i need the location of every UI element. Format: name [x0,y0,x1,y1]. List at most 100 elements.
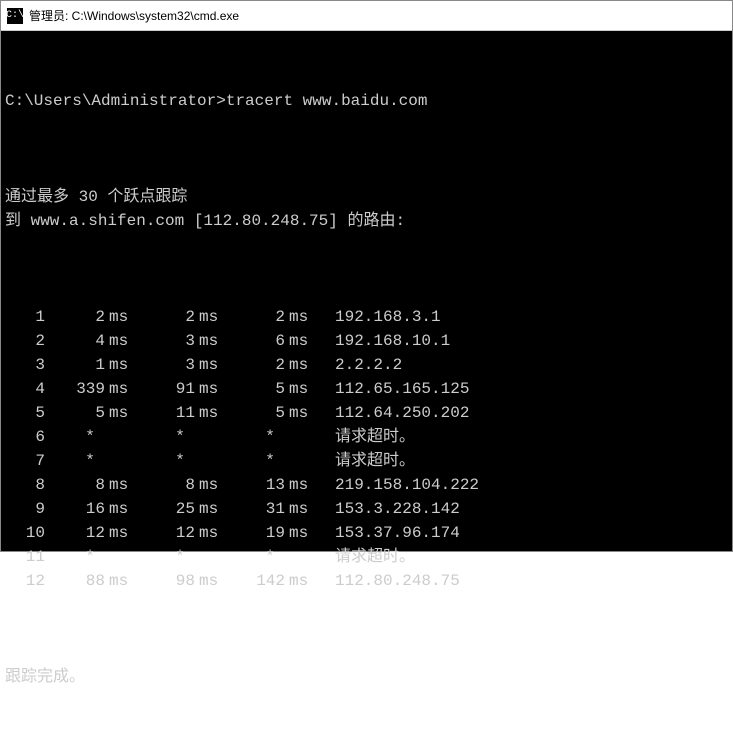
hop-rtt2: 25 [135,497,195,521]
ms-unit: ms [195,569,225,593]
hop-rtt3: * [225,425,315,449]
hop-number: 5 [5,401,45,425]
hop-rtt1: * [45,545,135,569]
ms-unit: ms [105,353,135,377]
hop-number: 10 [5,521,45,545]
hop-number: 4 [5,377,45,401]
hop-row: 916ms25ms31ms153.3.228.142 [5,497,728,521]
hop-number: 9 [5,497,45,521]
hop-number: 6 [5,425,45,449]
hop-rtt2: 3 [135,353,195,377]
hop-number: 2 [5,329,45,353]
ms-unit: ms [195,353,225,377]
hop-rtt3: * [225,545,315,569]
ms-unit: ms [285,353,315,377]
hop-rtt3: 5 [225,377,285,401]
hop-host: 192.168.10.1 [315,329,450,353]
hop-rtt2: 8 [135,473,195,497]
hop-rtt1: 16 [45,497,105,521]
hop-rtt3: 31 [225,497,285,521]
hop-host: 112.64.250.202 [315,401,469,425]
hop-rtt2: 11 [135,401,195,425]
terminal-body[interactable]: C:\Users\Administrator>tracert www.baidu… [1,31,732,551]
hop-rtt2: 12 [135,521,195,545]
hop-number: 11 [5,545,45,569]
ms-unit: ms [105,377,135,401]
hop-row: 7***请求超时。 [5,449,728,473]
hop-rtt3: * [225,449,315,473]
hop-number: 1 [5,305,45,329]
ms-unit: ms [285,521,315,545]
ms-unit: ms [195,377,225,401]
ms-unit: ms [105,521,135,545]
hop-rtt3: 142 [225,569,285,593]
hop-host: 2.2.2.2 [315,353,402,377]
ms-unit: ms [285,473,315,497]
hop-row: 88ms8ms13ms219.158.104.222 [5,473,728,497]
hop-row: 1288ms98ms142ms112.80.248.75 [5,569,728,593]
hop-host: 请求超时。 [315,545,415,569]
hop-rtt2: 91 [135,377,195,401]
hop-rtt2: 98 [135,569,195,593]
hop-rtt3: 2 [225,353,285,377]
ms-unit: ms [105,305,135,329]
hop-row: 12ms2ms2ms192.168.3.1 [5,305,728,329]
window-title: 管理员: C:\Windows\system32\cmd.exe [29,7,239,24]
cmd-icon: C:\ [7,8,23,24]
hop-rtt2: 2 [135,305,195,329]
hop-number: 8 [5,473,45,497]
ms-unit: ms [195,497,225,521]
hop-row: 55ms11ms5ms112.64.250.202 [5,401,728,425]
ms-unit: ms [195,305,225,329]
hop-row: 31ms3ms2ms2.2.2.2 [5,353,728,377]
command: tracert www.baidu.com [226,92,428,110]
title-bar[interactable]: C:\ 管理员: C:\Windows\system32\cmd.exe [1,1,732,31]
hop-rtt1: * [45,449,135,473]
hop-row: 11***请求超时。 [5,545,728,569]
ms-unit: ms [285,497,315,521]
hop-host: 112.80.248.75 [315,569,460,593]
hop-rtt1: 339 [45,377,105,401]
hop-rtt2: * [135,545,225,569]
hop-host: 112.65.165.125 [315,377,469,401]
hop-number: 7 [5,449,45,473]
hop-rtt1: 88 [45,569,105,593]
ms-unit: ms [105,569,135,593]
hop-row: 6***请求超时。 [5,425,728,449]
ms-unit: ms [105,497,135,521]
hop-row: 1012ms12ms19ms153.37.96.174 [5,521,728,545]
hop-rtt1: 5 [45,401,105,425]
ms-unit: ms [285,377,315,401]
hop-host: 153.37.96.174 [315,521,460,545]
hop-rtt1: 4 [45,329,105,353]
cmd-window: C:\ 管理员: C:\Windows\system32\cmd.exe C:\… [0,0,733,552]
hop-number: 12 [5,569,45,593]
prompt-line: C:\Users\Administrator>tracert www.baidu… [5,89,728,113]
hop-host: 请求超时。 [315,425,415,449]
ms-unit: ms [285,401,315,425]
hop-rtt3: 5 [225,401,285,425]
ms-unit: ms [285,329,315,353]
ms-unit: ms [195,521,225,545]
hop-host: 请求超时。 [315,449,415,473]
hop-rtt3: 19 [225,521,285,545]
hop-number: 3 [5,353,45,377]
hop-rtt1: 2 [45,305,105,329]
hop-rtt1: * [45,425,135,449]
ms-unit: ms [105,401,135,425]
hop-rtt2: * [135,425,225,449]
hop-row: 24ms3ms6ms192.168.10.1 [5,329,728,353]
header-line-2: 到 www.a.shifen.com [112.80.248.75] 的路由: [5,209,728,233]
hop-host: 153.3.228.142 [315,497,460,521]
hop-rtt2: * [135,449,225,473]
ms-unit: ms [105,473,135,497]
hop-rtt1: 12 [45,521,105,545]
hop-host: 219.158.104.222 [315,473,479,497]
hop-host: 192.168.3.1 [315,305,441,329]
hop-rtt3: 6 [225,329,285,353]
hop-rtt1: 1 [45,353,105,377]
hop-row: 4339ms91ms5ms112.65.165.125 [5,377,728,401]
header-line-1: 通过最多 30 个跃点跟踪 [5,185,728,209]
hop-rtt2: 3 [135,329,195,353]
prompt: C:\Users\Administrator> [5,92,226,110]
